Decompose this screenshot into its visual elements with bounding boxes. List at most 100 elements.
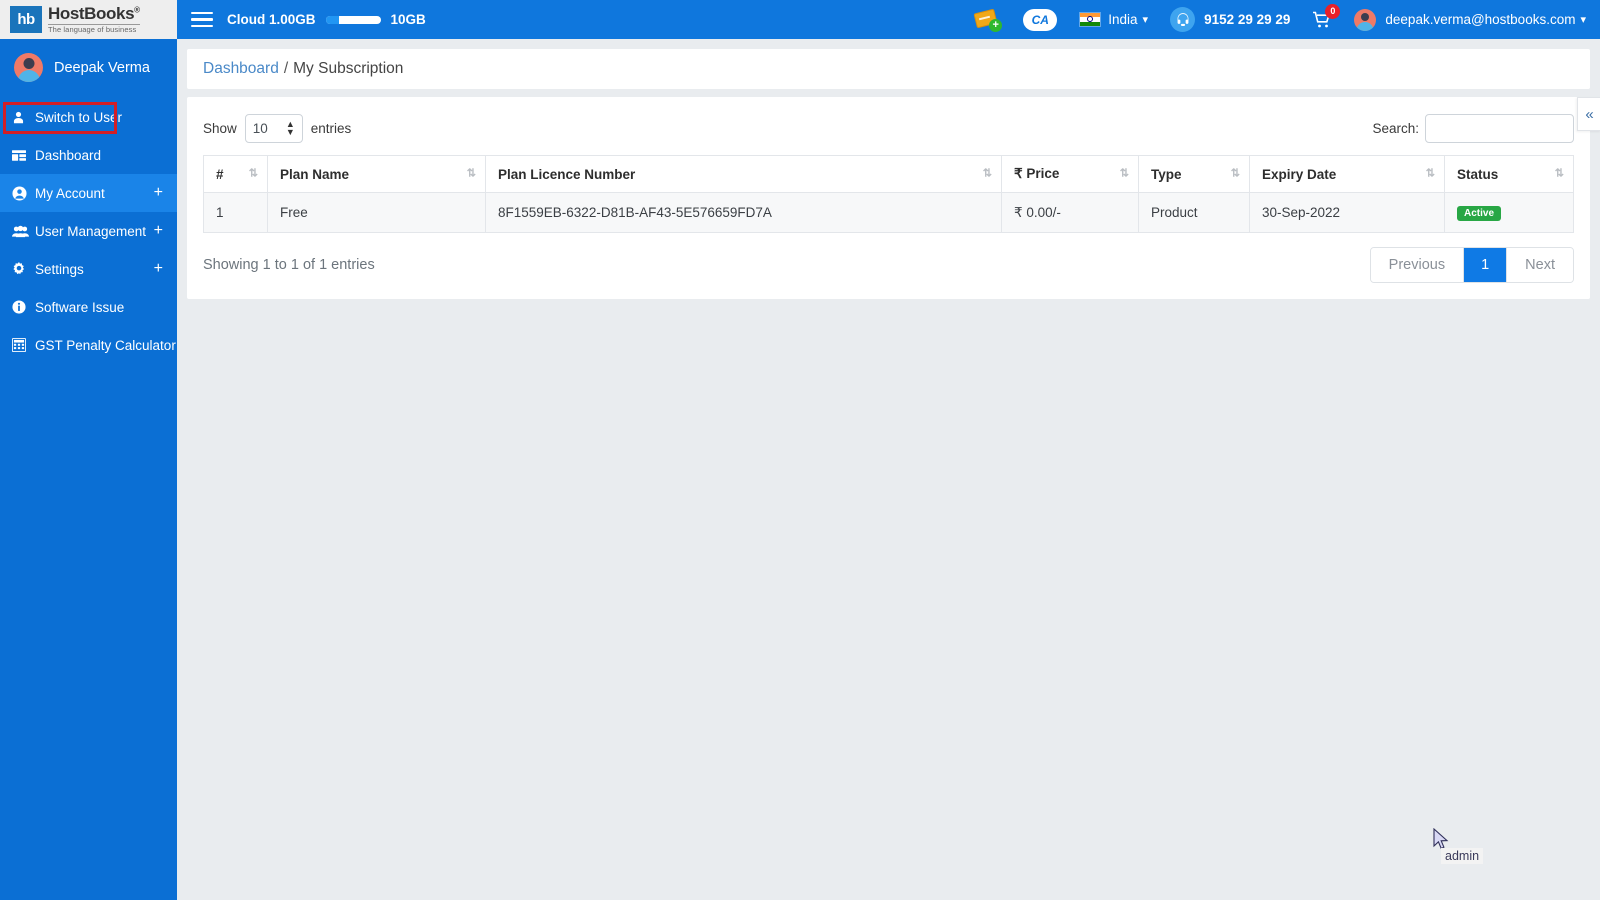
breadcrumb-dashboard-link[interactable]: Dashboard bbox=[203, 60, 279, 78]
column-label: Type bbox=[1151, 166, 1182, 182]
cell-status: Active bbox=[1444, 192, 1574, 233]
avatar bbox=[14, 53, 43, 82]
cursor-tooltip: admin bbox=[1441, 848, 1484, 864]
column-header-plan-licence-number[interactable]: Plan Licence Number ⇅ bbox=[485, 155, 1002, 193]
topbar: Cloud 1.00GB 10GB + CA India ▾ 9152 29 2… bbox=[177, 0, 1600, 39]
ticket-plus-icon: + bbox=[973, 8, 1003, 32]
registered-trademark-icon: ® bbox=[134, 5, 140, 15]
sidebar-item-label: Software Issue bbox=[35, 299, 125, 315]
show-label: Show bbox=[203, 120, 237, 136]
column-header-expiry-date[interactable]: Expiry Date ⇅ bbox=[1249, 155, 1445, 193]
avatar bbox=[1354, 8, 1377, 31]
sort-icon[interactable]: ⇅ bbox=[467, 168, 476, 180]
sidebar-item-my-account[interactable]: My Account + bbox=[0, 174, 177, 212]
sidebar-item-label: User Management bbox=[35, 223, 147, 239]
avatar-body bbox=[17, 70, 40, 82]
search-area: Search: bbox=[1372, 113, 1574, 143]
table-footer: Showing 1 to 1 of 1 entries Previous 1 N… bbox=[203, 247, 1574, 283]
cloud-usage-label: Cloud 1.00GB bbox=[227, 12, 316, 27]
users-icon bbox=[12, 225, 31, 238]
status-badge: Active bbox=[1457, 206, 1502, 221]
expand-plus-icon[interactable]: + bbox=[154, 223, 163, 239]
sort-icon[interactable]: ⇅ bbox=[1231, 168, 1240, 180]
pagination-previous[interactable]: Previous bbox=[1370, 248, 1465, 282]
hamburger-icon[interactable] bbox=[191, 8, 213, 32]
ca-button[interactable]: CA bbox=[1023, 8, 1058, 31]
gear-icon bbox=[12, 262, 31, 276]
pagination: Previous 1 Next bbox=[1369, 247, 1574, 283]
pagination-page-1[interactable]: 1 bbox=[1464, 248, 1508, 282]
sort-icon[interactable]: ⇅ bbox=[249, 168, 258, 180]
sidebar-item-dashboard[interactable]: Dashboard bbox=[0, 136, 177, 174]
sort-icon[interactable]: ⇅ bbox=[1426, 168, 1435, 180]
column-header-type[interactable]: Type ⇅ bbox=[1138, 155, 1250, 193]
sidebar-item-user-management[interactable]: User Management + bbox=[0, 212, 177, 250]
sort-icon[interactable]: ⇅ bbox=[1120, 168, 1129, 180]
india-flag-icon bbox=[1079, 12, 1102, 27]
cloud-total-label: 10GB bbox=[390, 12, 426, 27]
column-header-status[interactable]: Status ⇅ bbox=[1444, 155, 1574, 193]
table-controls: Show 10 ▲ ▼ entries Search: bbox=[203, 111, 1574, 145]
sidebar-item-label: My Account bbox=[35, 185, 105, 201]
showing-entries-text: Showing 1 to 1 of 1 entries bbox=[203, 257, 375, 273]
main-content: Dashboard / My Subscription « Show 10 ▲ ▼… bbox=[177, 39, 1600, 900]
cloud-usage-bar bbox=[325, 15, 381, 24]
column-label: ₹ Price bbox=[1014, 166, 1060, 181]
sidebar-item-settings[interactable]: Settings + bbox=[0, 250, 177, 288]
sidebar-item-label: Dashboard bbox=[35, 147, 102, 163]
dashboard-icon bbox=[12, 149, 31, 162]
column-label: Status bbox=[1457, 166, 1499, 182]
column-header-price[interactable]: ₹ Price ⇅ bbox=[1001, 155, 1139, 193]
support-phone-number: 9152 29 29 29 bbox=[1204, 12, 1291, 27]
sidebar-profile[interactable]: Deepak Verma bbox=[0, 39, 177, 96]
sidebar-item-switch-to-user[interactable]: Switch to User bbox=[0, 98, 177, 136]
country-selector[interactable]: India ▾ bbox=[1079, 12, 1148, 27]
cell-type: Product bbox=[1138, 192, 1250, 233]
expand-plus-icon[interactable]: + bbox=[154, 185, 163, 201]
column-header-plan-name[interactable]: Plan Name ⇅ bbox=[267, 155, 486, 193]
person-icon bbox=[12, 111, 31, 124]
cell-plan-name: Free bbox=[267, 192, 486, 233]
logo-text: HostBooks® The language of business bbox=[48, 5, 140, 34]
column-label: Expiry Date bbox=[1262, 166, 1337, 182]
entries-value: 10 bbox=[252, 120, 268, 136]
sidebar: hb HostBooks® The language of business D… bbox=[0, 0, 177, 900]
sort-icon[interactable]: ⇅ bbox=[1555, 168, 1564, 180]
entries-label: entries bbox=[310, 120, 352, 136]
sidebar-item-software-issue[interactable]: Software Issue bbox=[0, 288, 177, 326]
avatar-head bbox=[23, 58, 34, 69]
sort-icon[interactable]: ⇅ bbox=[983, 168, 992, 180]
breadcrumb-current: My Subscription bbox=[293, 60, 404, 77]
brand-logo[interactable]: hb HostBooks® The language of business bbox=[0, 0, 177, 39]
column-label: Plan Licence Number bbox=[498, 166, 636, 182]
logo-tagline: The language of business bbox=[48, 24, 140, 34]
chevron-down-icon: ▾ bbox=[1580, 14, 1586, 26]
table-header-row: # ⇅ Plan Name ⇅ Plan Licence Number ⇅ ₹ … bbox=[203, 155, 1574, 193]
info-icon bbox=[12, 300, 31, 314]
cell-index: 1 bbox=[203, 192, 268, 233]
raise-ticket-button[interactable]: + bbox=[973, 8, 1003, 32]
cart-button[interactable]: 0 bbox=[1312, 3, 1341, 29]
cloud-usage-bar-fill bbox=[325, 15, 340, 24]
search-input[interactable] bbox=[1425, 113, 1574, 143]
user-email-label: deepak.verma@hostbooks.com bbox=[1385, 12, 1576, 27]
column-label: # bbox=[216, 166, 224, 182]
collapse-panel-toggle[interactable]: « bbox=[1577, 97, 1600, 131]
table-body: 1 Free 8F1559EB-6322-D81B-AF43-5E576659F… bbox=[203, 192, 1574, 233]
support-phone[interactable]: 9152 29 29 29 bbox=[1170, 7, 1290, 32]
entries-per-page-select[interactable]: 10 ▲ ▼ bbox=[244, 113, 303, 143]
cell-expiry: 30-Sep-2022 bbox=[1249, 192, 1445, 233]
sidebar-item-label: GST Penalty Calculator bbox=[35, 337, 176, 353]
account-circle-icon bbox=[12, 185, 31, 201]
pagination-next[interactable]: Next bbox=[1507, 248, 1573, 282]
sidebar-profile-name: Deepak Verma bbox=[54, 59, 150, 76]
subscription-table: # ⇅ Plan Name ⇅ Plan Licence Number ⇅ ₹ … bbox=[203, 155, 1574, 233]
sidebar-item-gst-penalty-calculator[interactable]: GST Penalty Calculator bbox=[0, 326, 177, 364]
topbar-right-actions: + CA India ▾ 9152 29 29 29 0 deepak.verm… bbox=[953, 0, 1600, 39]
expand-plus-icon[interactable]: + bbox=[154, 261, 163, 277]
app-root: hb HostBooks® The language of business D… bbox=[0, 0, 1600, 900]
user-menu[interactable]: deepak.verma@hostbooks.com ▾ bbox=[1354, 8, 1586, 31]
table-row[interactable]: 1 Free 8F1559EB-6322-D81B-AF43-5E576659F… bbox=[203, 192, 1574, 233]
cart-badge: 0 bbox=[1325, 3, 1341, 19]
column-header-index[interactable]: # ⇅ bbox=[203, 155, 268, 193]
